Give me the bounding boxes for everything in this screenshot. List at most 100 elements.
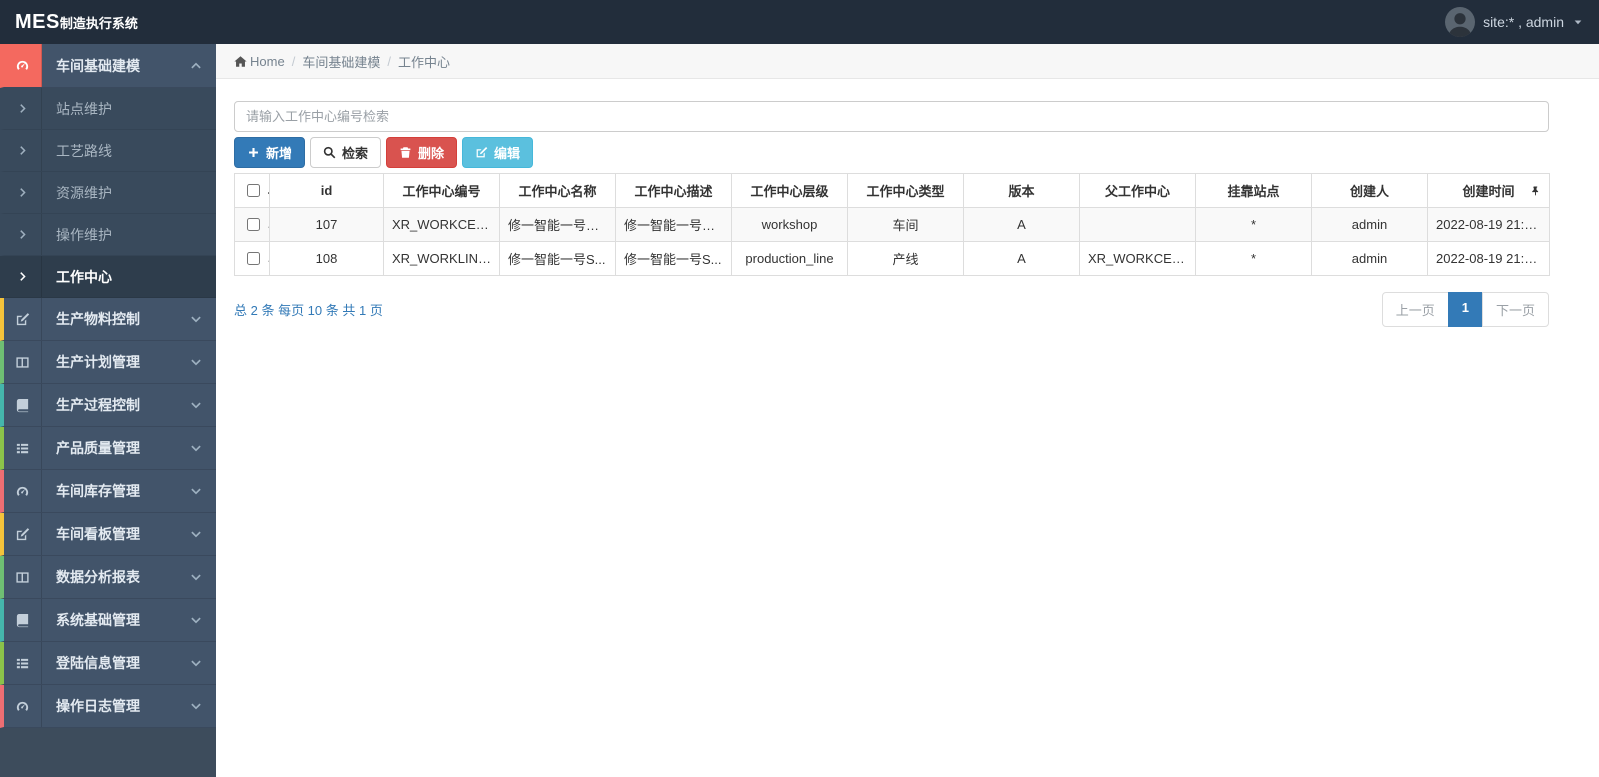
column-header-label: 工作中心类型 — [866, 184, 945, 199]
edit-button[interactable]: 编辑 — [462, 137, 534, 168]
delete-button[interactable]: 删除 — [386, 137, 458, 168]
sidebar-item-3[interactable]: 生产过程控制 — [0, 384, 216, 427]
column-header-station[interactable]: 挂靠站点 — [1195, 173, 1312, 208]
row-checkbox[interactable] — [247, 218, 260, 231]
cell-creator: admin — [1311, 241, 1428, 276]
column-header-created[interactable]: 创建时间 — [1427, 173, 1550, 208]
column-header-label: 挂靠站点 — [1227, 184, 1280, 199]
sidebar-item-8[interactable]: 系统基础管理 — [0, 599, 216, 642]
column-header-label: 创建时间 — [1462, 184, 1515, 199]
breadcrumb-item-current: 工作中心 — [397, 54, 450, 70]
search-button[interactable]: 检索 — [310, 137, 382, 168]
chevron-right-icon — [4, 256, 42, 297]
table-row: 108 XR_WORKLINE... 修一智能一号S... 修一智能一号S... pro… — [234, 241, 1550, 276]
edit-square-icon — [475, 146, 488, 159]
columns-icon — [4, 556, 42, 598]
cell-desc: 修一智能一号车间 — [615, 207, 732, 242]
select-all-checkbox[interactable] — [247, 184, 260, 197]
cell-name: 修一智能一号S... — [499, 241, 616, 276]
book-icon — [4, 384, 42, 426]
sidebar-menu: 车间基础建模 站点维护 工艺路线资源维护操作维护工作中心生产物料控制生产计划管理生产… — [0, 44, 216, 728]
sidebar-subitem-4[interactable]: 工作中心 — [0, 256, 216, 298]
sidebar-submenu: 站点维护 工艺路线资源维护操作维护工作中心 — [0, 88, 216, 298]
column-header-label: 父工作中心 — [1104, 184, 1170, 199]
column-header-type[interactable]: 工作中心类型 — [847, 173, 964, 208]
page-1-button[interactable]: 1 — [1447, 292, 1483, 327]
edit-button-label: 编辑 — [494, 146, 521, 161]
sidebar-subitem-0[interactable]: 站点维护 — [0, 88, 216, 130]
app-logo[interactable]: MES 制造执行系统 — [15, 11, 138, 34]
select-all-header — [234, 173, 270, 208]
trash-icon — [399, 146, 412, 159]
pagination-bar: 总 2 条 每页 10 条 共 1 页 上一页 1 下一页 — [234, 292, 1549, 327]
list-icon — [4, 642, 42, 684]
sidebar-item-10[interactable]: 操作日志管理 — [0, 685, 216, 728]
sidebar-item-label: 生产计划管理 — [56, 354, 140, 370]
cell-parent — [1079, 207, 1196, 242]
prev-page-button[interactable]: 上一页 — [1381, 292, 1449, 327]
delete-button-label: 删除 — [418, 146, 445, 161]
chevron-down-icon — [190, 356, 202, 368]
sidebar-item-4[interactable]: 产品质量管理 — [0, 427, 216, 470]
column-header-version[interactable]: 版本 — [963, 173, 1080, 208]
column-header-desc[interactable]: 工作中心描述 — [615, 173, 732, 208]
plus-icon — [247, 146, 260, 159]
row-select-cell — [234, 241, 270, 276]
column-header-label: 工作中心描述 — [634, 184, 713, 199]
breadcrumb-separator: / — [387, 53, 391, 69]
breadcrumb-separator: / — [291, 53, 296, 69]
breadcrumb-home-link[interactable]: Home — [234, 54, 285, 69]
pagination-summary[interactable]: 总 2 条 每页 10 条 共 1 页 — [234, 300, 383, 319]
sidebar-item-0[interactable]: 车间基础建模 — [0, 44, 216, 88]
sidebar-subitem-2[interactable]: 资源维护 — [0, 172, 216, 214]
chevron-down-icon — [190, 313, 202, 325]
chevron-right-icon — [4, 130, 42, 171]
sidebar-item-5[interactable]: 车间库存管理 — [0, 470, 216, 513]
top-navbar: MES 制造执行系统 site:* , admin — [0, 0, 1599, 44]
app-logo-mes: MES — [15, 10, 60, 33]
breadcrumb-home-label: Home — [250, 53, 285, 69]
sidebar-item-2[interactable]: 生产计划管理 — [0, 341, 216, 384]
sidebar-subitem-1[interactable]: 工艺路线 — [0, 130, 216, 172]
pin-icon[interactable] — [1530, 185, 1541, 196]
sidebar-subitem-label: 工作中心 — [56, 268, 112, 285]
sidebar-item-1[interactable]: 生产物料控制 — [0, 298, 216, 341]
add-button[interactable]: 新增 — [234, 137, 306, 168]
column-header-label: 工作中心编号 — [402, 184, 481, 199]
add-button-label: 新增 — [266, 146, 293, 161]
next-page-button[interactable]: 下一页 — [1481, 292, 1549, 327]
cell-id: 107 — [269, 207, 384, 242]
column-header-label: 创建人 — [1349, 184, 1389, 199]
gauge-icon — [4, 470, 42, 512]
sidebar-item-label: 产品质量管理 — [56, 440, 140, 456]
sidebar-item-9[interactable]: 登陆信息管理 — [0, 642, 216, 685]
column-header-label: 工作中心层级 — [750, 184, 829, 199]
row-checkbox[interactable] — [247, 252, 260, 265]
cell-version: A — [963, 241, 1080, 276]
cell-code: XR_WORKLINE... — [383, 241, 500, 276]
chevron-up-icon — [190, 60, 202, 72]
breadcrumb-item-module[interactable]: 车间基础建模 — [302, 52, 380, 71]
column-header-name[interactable]: 工作中心名称 — [499, 173, 616, 208]
sidebar-subitem-label: 资源维护 — [56, 184, 112, 201]
column-header-creator[interactable]: 创建人 — [1311, 173, 1428, 208]
user-menu[interactable]: site:* , admin — [1445, 7, 1584, 37]
edit-icon — [4, 298, 42, 340]
content: 新增 检索 删除 编辑 id工作中心编号工作中心名称工作中 — [216, 79, 1599, 345]
sidebar-subitem-3[interactable]: 操作维护 — [0, 214, 216, 256]
sidebar-item-6[interactable]: 车间看板管理 — [0, 513, 216, 556]
cell-creator: admin — [1311, 207, 1428, 242]
user-label: site:* , admin — [1483, 14, 1564, 30]
sidebar-item-label: 车间看板管理 — [56, 526, 140, 542]
book-icon — [4, 599, 42, 641]
column-header-level[interactable]: 工作中心层级 — [731, 173, 848, 208]
chevron-down-icon — [190, 442, 202, 454]
sidebar-item-7[interactable]: 数据分析报表 — [0, 556, 216, 599]
sidebar-item-label: 操作日志管理 — [56, 698, 140, 714]
search-input[interactable] — [234, 101, 1549, 132]
cell-created: 2022-08-19 21:1... — [1427, 207, 1550, 242]
column-header-id[interactable]: id — [269, 173, 384, 208]
column-header-code[interactable]: 工作中心编号 — [383, 173, 500, 208]
cell-station: * — [1195, 241, 1312, 276]
column-header-parent[interactable]: 父工作中心 — [1079, 173, 1196, 208]
